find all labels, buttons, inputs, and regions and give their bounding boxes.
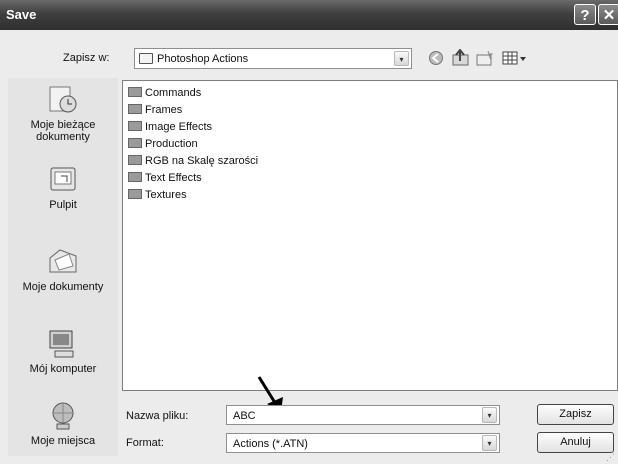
place-my-computer[interactable]: Mój komputer — [8, 328, 118, 375]
place-label: Moje miejsca — [30, 435, 96, 447]
chevron-down-icon[interactable]: ▾ — [482, 435, 497, 451]
my-computer-icon — [47, 328, 79, 360]
list-item[interactable]: Text Effects — [128, 170, 202, 186]
chevron-down-icon[interactable]: ▾ — [482, 407, 497, 423]
window-title: Save — [6, 7, 37, 22]
format-label: Format: — [126, 437, 164, 449]
place-network[interactable]: Moje miejsca — [8, 400, 118, 447]
folder-icon — [139, 53, 153, 64]
place-label: Pulpit — [49, 199, 77, 211]
folder-icon — [128, 87, 142, 98]
filename-input[interactable]: ABC ▾ — [226, 405, 500, 425]
views-menu-icon[interactable] — [502, 50, 528, 69]
close-button[interactable]: ✕ — [598, 4, 618, 25]
folder-icon — [128, 172, 142, 183]
recent-documents-icon — [47, 84, 79, 116]
title-bar: Save ? ✕ — [0, 0, 618, 30]
place-label: Moje bieżące dokumenty — [30, 119, 96, 143]
desktop-icon — [47, 164, 79, 196]
folder-icon — [128, 104, 142, 115]
folder-icon — [128, 138, 142, 149]
place-recent-documents[interactable]: Moje bieżące dokumenty — [8, 84, 118, 143]
up-folder-icon[interactable] — [452, 48, 470, 69]
new-folder-icon[interactable] — [476, 50, 494, 69]
my-documents-icon — [47, 246, 79, 278]
place-desktop[interactable]: Pulpit — [8, 164, 118, 211]
folder-icon — [128, 189, 142, 200]
list-item[interactable]: Textures — [128, 187, 187, 203]
places-bar: Moje bieżące dokumenty Pulpit Moje dokum… — [8, 78, 118, 456]
back-icon[interactable] — [428, 50, 444, 69]
folder-icon — [128, 121, 142, 132]
list-item[interactable]: RGB na Skalę szarości — [128, 153, 258, 169]
file-list[interactable]: Commands Frames Image Effects Production… — [122, 80, 618, 391]
save-in-value: Photoshop Actions — [157, 53, 249, 65]
place-label: Moje dokumenty — [22, 281, 104, 293]
save-in-dropdown[interactable]: Photoshop Actions ▾ — [134, 48, 412, 69]
resize-grip-icon[interactable]: ⋰ — [606, 452, 615, 463]
format-value: Actions (*.ATN) — [233, 438, 308, 450]
list-item[interactable]: Commands — [128, 85, 201, 101]
chevron-down-icon[interactable]: ▾ — [394, 51, 409, 66]
place-label: Mój komputer — [29, 363, 97, 375]
list-item[interactable]: Frames — [128, 102, 182, 118]
network-places-icon — [47, 400, 79, 432]
list-item[interactable]: Production — [128, 136, 198, 152]
filename-value: ABC — [233, 410, 256, 422]
cancel-button[interactable]: Anuluj — [537, 432, 614, 453]
help-button[interactable]: ? — [574, 4, 596, 25]
save-in-label: Zapisz w: — [63, 52, 110, 64]
format-dropdown[interactable]: Actions (*.ATN) ▾ — [226, 433, 500, 453]
place-my-documents[interactable]: Moje dokumenty — [8, 246, 118, 293]
list-item[interactable]: Image Effects — [128, 119, 212, 135]
save-button[interactable]: Zapisz — [537, 404, 614, 425]
filename-label: Nazwa pliku: — [126, 410, 189, 422]
folder-icon — [128, 155, 142, 166]
